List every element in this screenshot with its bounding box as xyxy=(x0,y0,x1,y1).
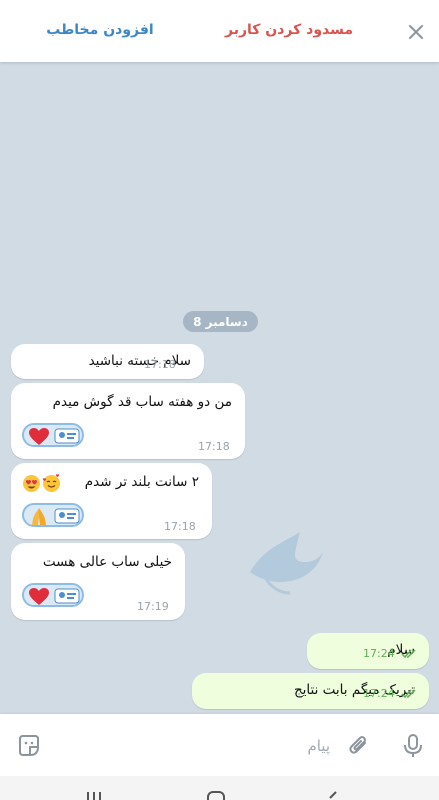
top-action-bar: مسدود کردن کاربر افزودن مخاطب xyxy=(0,0,439,62)
message-time: 17:24 xyxy=(363,687,395,700)
message-bubble[interactable]: خیلی ساب عالی هست 17:19 xyxy=(11,543,185,620)
message-bubble[interactable]: ۲ سانت بلند تر شدم 17:18 xyxy=(11,463,212,539)
date-separator: 8 دسامبر xyxy=(183,311,258,332)
paperclip-icon[interactable] xyxy=(346,733,372,759)
system-navigation-bar xyxy=(0,776,439,800)
read-receipt-icon xyxy=(401,649,416,659)
message-text: من دو هفته ساب قد گوش میدم xyxy=(52,394,232,410)
smiling-hearts-emoji-icon xyxy=(43,474,60,492)
add-contact-button[interactable]: افزودن مخاطب xyxy=(40,22,160,38)
message-time: 17:19 xyxy=(137,600,169,613)
message-input[interactable] xyxy=(58,732,332,760)
message-time: 17:24 xyxy=(363,647,395,660)
sticker-attachment[interactable] xyxy=(22,503,84,527)
sticker-icon[interactable] xyxy=(16,733,42,759)
sticker-attachment[interactable] xyxy=(22,423,84,447)
microphone-icon[interactable] xyxy=(402,733,424,759)
read-receipt-icon xyxy=(401,689,416,699)
praying-hands-icon xyxy=(32,508,46,525)
card-icon xyxy=(54,588,80,604)
card-icon xyxy=(54,508,80,524)
home-icon[interactable] xyxy=(206,790,226,800)
heart-icon xyxy=(29,588,49,605)
message-time: 17:18 xyxy=(164,520,196,533)
message-time: 17:18 xyxy=(198,440,230,453)
heart-eyes-emoji-icon xyxy=(23,475,40,492)
dove-watermark-icon xyxy=(250,532,323,595)
message-bubble[interactable]: من دو هفته ساب قد گوش میدم 17:18 xyxy=(11,383,245,459)
message-bubble[interactable]: سلام خسته نباشید 17:18 xyxy=(11,344,204,379)
back-icon[interactable] xyxy=(326,790,338,800)
chat-area[interactable]: 8 دسامبر سلام خسته نباشید 17:18 من دو هف… xyxy=(0,62,439,714)
message-bubble[interactable]: سلام 17:24 xyxy=(307,633,429,669)
heart-icon xyxy=(29,428,49,445)
message-time: 17:18 xyxy=(144,358,176,371)
sticker-attachment[interactable] xyxy=(22,583,84,607)
card-icon xyxy=(54,428,80,444)
close-icon[interactable] xyxy=(404,20,428,44)
message-text: ۲ سانت بلند تر شدم xyxy=(84,474,199,490)
message-input-bar xyxy=(0,714,439,776)
recent-apps-icon[interactable] xyxy=(86,790,102,800)
message-text: خیلی ساب عالی هست xyxy=(42,554,172,570)
message-bubble[interactable]: تبریک میگم بابت نتایج 17:24 xyxy=(192,673,429,709)
message-text: تبریک میگم بابت نتایج xyxy=(293,682,415,698)
block-user-button[interactable]: مسدود کردن کاربر xyxy=(225,22,353,38)
